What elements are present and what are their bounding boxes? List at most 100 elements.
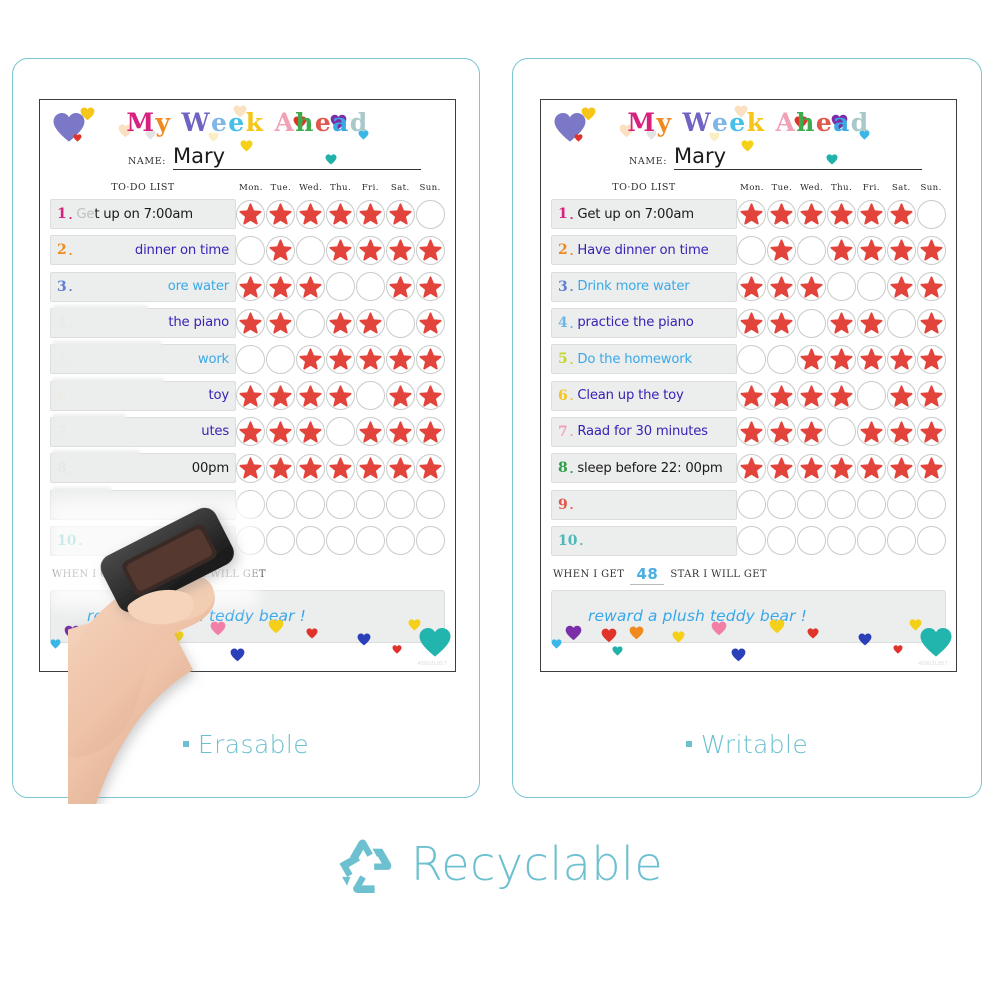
star-cell[interactable]: [886, 344, 916, 374]
star-filled-circle[interactable]: [385, 453, 415, 483]
star-cell[interactable]: [797, 344, 827, 374]
star-filled-circle[interactable]: [236, 381, 266, 411]
star-cell[interactable]: [797, 526, 827, 556]
star-filled-circle[interactable]: [326, 344, 355, 374]
star-cell[interactable]: [385, 272, 415, 302]
star-filled-circle[interactable]: [415, 453, 445, 483]
star-filled-circle[interactable]: [296, 417, 326, 447]
star-cell[interactable]: [385, 526, 415, 556]
star-cell[interactable]: [827, 417, 857, 447]
star-cell[interactable]: [886, 308, 916, 338]
star-cell[interactable]: [296, 453, 326, 483]
empty-circle[interactable]: [326, 526, 355, 556]
empty-circle[interactable]: [767, 344, 797, 374]
task-label-cell[interactable]: 1. Get up on 7:00am: [551, 199, 737, 230]
empty-circle[interactable]: [326, 272, 355, 302]
star-cell[interactable]: [415, 417, 445, 447]
star-cell[interactable]: [326, 381, 356, 411]
task-label-cell[interactable]: 10.: [50, 525, 236, 556]
star-cell[interactable]: [355, 381, 385, 411]
star-filled-circle[interactable]: [266, 235, 296, 265]
task-label-cell[interactable]: 9.: [551, 489, 737, 520]
star-cell[interactable]: [767, 417, 797, 447]
star-filled-circle[interactable]: [886, 199, 916, 229]
empty-circle[interactable]: [827, 490, 856, 520]
star-cell[interactable]: [355, 453, 385, 483]
task-label-cell[interactable]: 3. Drink more water: [551, 271, 737, 302]
star-filled-circle[interactable]: [326, 381, 355, 411]
star-cell[interactable]: [236, 308, 266, 338]
star-cell[interactable]: [916, 417, 946, 447]
empty-circle[interactable]: [385, 308, 415, 338]
star-filled-circle[interactable]: [916, 453, 946, 483]
star-cell[interactable]: [355, 272, 385, 302]
star-cell[interactable]: [767, 235, 797, 265]
star-cell[interactable]: [326, 490, 356, 520]
star-cell[interactable]: [296, 272, 326, 302]
empty-circle[interactable]: [296, 526, 326, 556]
star-cell[interactable]: [266, 453, 296, 483]
star-cell[interactable]: [415, 199, 445, 229]
task-label-cell[interactable]: 9.: [50, 489, 236, 520]
star-filled-circle[interactable]: [797, 453, 827, 483]
star-filled-circle[interactable]: [266, 417, 296, 447]
star-cell[interactable]: [266, 199, 296, 229]
star-filled-circle[interactable]: [767, 272, 797, 302]
empty-circle[interactable]: [296, 308, 326, 338]
star-filled-circle[interactable]: [916, 235, 946, 265]
empty-circle[interactable]: [737, 235, 767, 265]
star-cell[interactable]: [916, 272, 946, 302]
star-filled-circle[interactable]: [385, 344, 415, 374]
task-label-cell[interactable]: 1. Get up on 7:00am: [50, 199, 236, 230]
task-label-cell[interactable]: 5. Do the homework: [551, 344, 737, 375]
star-cell[interactable]: [767, 272, 797, 302]
star-cell[interactable]: [767, 199, 797, 229]
star-cell[interactable]: [355, 308, 385, 338]
star-filled-circle[interactable]: [266, 453, 296, 483]
empty-circle[interactable]: [355, 272, 385, 302]
star-cell[interactable]: [385, 344, 415, 374]
star-filled-circle[interactable]: [385, 272, 415, 302]
star-filled-circle[interactable]: [737, 417, 767, 447]
empty-circle[interactable]: [296, 235, 326, 265]
empty-circle[interactable]: [266, 526, 296, 556]
star-filled-circle[interactable]: [797, 344, 827, 374]
star-cell[interactable]: [236, 526, 266, 556]
star-cell[interactable]: [767, 453, 797, 483]
star-filled-circle[interactable]: [856, 308, 886, 338]
star-cell[interactable]: [326, 344, 356, 374]
star-cell[interactable]: [737, 490, 767, 520]
star-cell[interactable]: [355, 526, 385, 556]
empty-circle[interactable]: [827, 417, 856, 447]
star-cell[interactable]: [767, 344, 797, 374]
empty-circle[interactable]: [737, 490, 767, 520]
star-filled-circle[interactable]: [916, 272, 946, 302]
star-cell[interactable]: [266, 272, 296, 302]
empty-circle[interactable]: [797, 308, 827, 338]
star-cell[interactable]: [326, 526, 356, 556]
empty-circle[interactable]: [737, 344, 767, 374]
star-filled-circle[interactable]: [385, 417, 415, 447]
star-filled-circle[interactable]: [296, 381, 326, 411]
star-cell[interactable]: [886, 272, 916, 302]
name-value[interactable]: Mary: [674, 146, 922, 170]
star-cell[interactable]: [266, 235, 296, 265]
star-filled-circle[interactable]: [916, 308, 946, 338]
star-cell[interactable]: [355, 344, 385, 374]
star-filled-circle[interactable]: [767, 308, 797, 338]
star-cell[interactable]: [415, 381, 445, 411]
star-cell[interactable]: [886, 490, 916, 520]
star-filled-circle[interactable]: [856, 344, 886, 374]
empty-circle[interactable]: [827, 272, 856, 302]
star-cell[interactable]: [236, 235, 266, 265]
star-cell[interactable]: [415, 453, 445, 483]
star-cell[interactable]: [415, 235, 445, 265]
task-label-cell[interactable]: 7. Raad for 30 minutes: [551, 416, 737, 447]
star-filled-circle[interactable]: [827, 381, 856, 411]
star-cell[interactable]: [916, 199, 946, 229]
empty-circle[interactable]: [916, 490, 946, 520]
star-filled-circle[interactable]: [266, 199, 296, 229]
star-filled-circle[interactable]: [737, 453, 767, 483]
star-cell[interactable]: [737, 308, 767, 338]
star-cell[interactable]: [737, 199, 767, 229]
